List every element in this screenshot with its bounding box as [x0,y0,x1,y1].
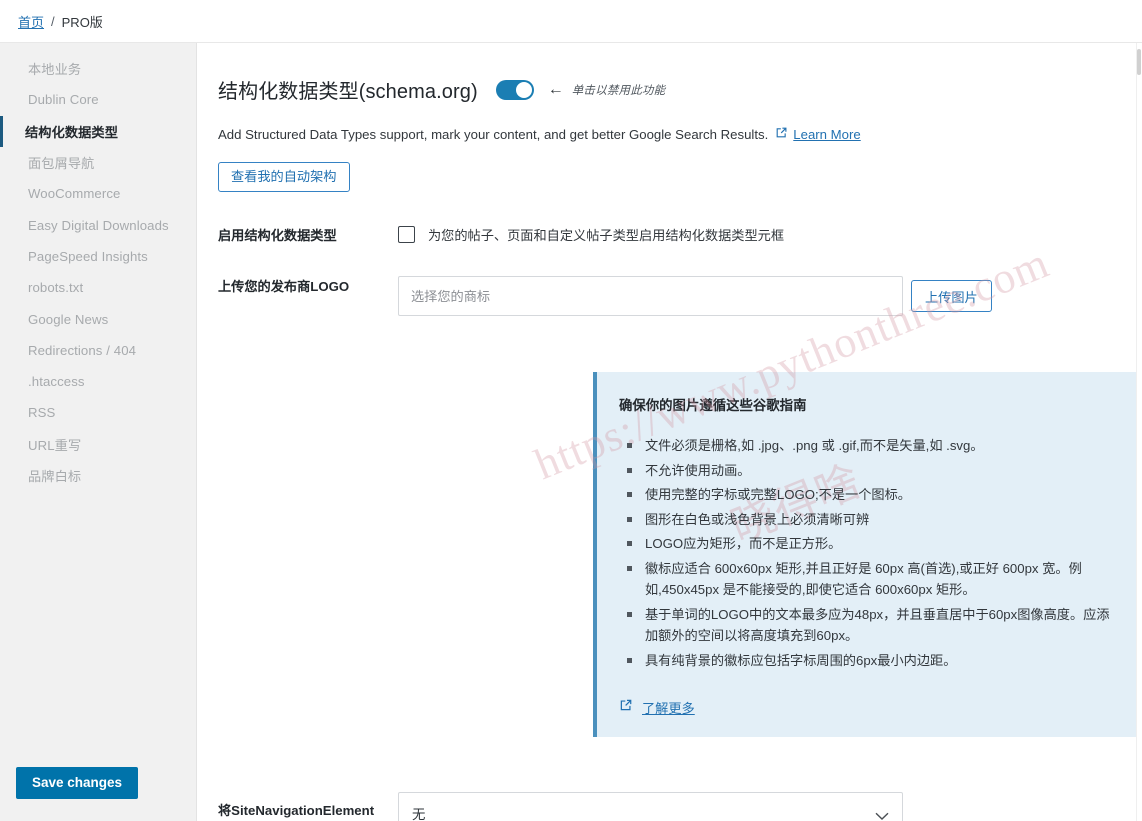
sidebar-item-1[interactable]: Dublin Core [0,84,196,115]
publisher-logo-field: 上传图片 [398,276,1142,316]
sidebar-item-label: PageSpeed Insights [28,248,148,264]
nav-menu-select-wrap: 无 [398,792,903,821]
view-schema-row: 查看我的自动架构 [197,142,1142,192]
guideline-item-1: 不允许使用动画。 [619,460,1122,482]
guidelines-list: 文件必须是栅格,如 .jpg、.png 或 .gif,而不是矢量,如 .svg。… [619,435,1122,671]
sidebar-item-label: RSS [28,405,56,421]
guideline-item-3: 图形在白色或浅色背景上必须清晰可辨 [619,509,1122,531]
sidebar-item-7[interactable]: robots.txt [0,272,196,303]
publisher-logo-input[interactable] [398,276,903,316]
settings-sidebar: 本地业务 Dublin Core 结构化数据类型 面包屑导航 WooCommerce Ea… [0,43,197,821]
guideline-item-0: 文件必须是栅格,如 .jpg、.png 或 .gif,而不是矢量,如 .svg。 [619,435,1122,457]
sidebar-item-5[interactable]: Easy Digital Downloads [0,209,196,240]
guidelines-title: 确保你的图片遵循这些谷歌指南 [619,398,807,413]
publisher-logo-row: 上传您的发布商LOGO 上传图片 [197,245,1142,316]
sidebar-item-label: Google News [28,311,109,327]
toggle-hint-label: 单击以禁用此功能 [571,84,666,97]
sidebar-item-3[interactable]: 面包屑导航 [0,147,196,178]
sidebar-item-12[interactable]: URL重写 [0,429,196,460]
external-link-icon [775,126,788,142]
enable-sdt-row: 启用结构化数据类型 为您的帖子、页面和自定义帖子类型启用结构化数据类型元框 [197,192,1142,245]
panel-description: Add Structured Data Types support, mark … [218,126,769,142]
enable-sdt-checkbox-label[interactable]: 为您的帖子、页面和自定义帖子类型启用结构化数据类型元框 [428,225,784,244]
panel-description-row: Add Structured Data Types support, mark … [197,104,1142,142]
sidebar-item-label: 结构化数据类型 [25,124,119,140]
sidebar-item-label: .htaccess [28,374,85,390]
guidelines-learn-more-link[interactable]: 了解更多 [642,698,695,717]
toggle-knob [515,81,532,98]
sidebar-item-label: 面包屑导航 [28,156,95,172]
enable-sdt-label: 启用结构化数据类型 [218,228,337,243]
sidebar-item-0[interactable]: 本地业务 [0,53,196,84]
guidelines-learn-more-row: 了解更多 [619,698,1122,717]
sidebar-nav-list: 本地业务 Dublin Core 结构化数据类型 面包屑导航 WooCommerce Ea… [0,53,196,767]
guideline-item-5: 徽标应适合 600x60px 矩形,并且正好是 60px 高(首选),或正好 6… [619,558,1122,601]
save-changes-button[interactable]: Save changes [16,767,139,799]
sidebar-item-10[interactable]: .htaccess [0,366,196,397]
enable-sdt-checkbox[interactable] [398,226,415,243]
sidebar-item-label: 品牌白标 [28,469,82,484]
sidebar-item-9[interactable]: Redirections / 404 [0,335,196,366]
breadcrumb-separator: / [51,13,55,29]
view-auto-schema-button[interactable]: 查看我的自动架构 [218,162,350,192]
guideline-item-7: 具有纯背景的徽标应包括字标周围的6px最小内边距。 [619,650,1122,672]
vertical-scrollbar-thumb[interactable] [1137,49,1141,75]
google-guidelines-notice: 确保你的图片遵循这些谷歌指南 文件必须是栅格,如 .jpg、.png 或 .gi… [593,372,1142,737]
sidebar-item-label: robots.txt [28,280,84,296]
feature-enable-toggle[interactable] [495,79,534,100]
page-title: 结构化数据类型(schema.org) [218,81,478,103]
guideline-item-4: LOGO应为矩形，而不是正方形。 [619,533,1122,555]
publisher-logo-label: 上传您的发布商LOGO [218,279,350,294]
breadcrumb: 首页 / PRO版 [0,0,1142,42]
external-link-icon [619,698,633,717]
guideline-item-2: 使用完整的字标或完整LOGO;不是一个图标。 [619,484,1122,506]
breadcrumb-home-link[interactable]: 首页 [18,12,44,31]
sidebar-item-label: 本地业务 [28,62,82,78]
sidebar-item-label: WooCommerce [28,186,121,202]
arrow-left-icon: ← [547,80,564,98]
guideline-item-6: 基于单词的LOGO中的文本最多应为48px，并且垂直居中于60px图像高度。应添… [619,604,1122,647]
sidebar-item-13[interactable]: 品牌白标 [0,460,196,491]
settings-content: https://www.pythonthree.com 晓得啥 结构化数据类型(… [197,43,1142,821]
sidebar-item-label: Easy Digital Downloads [28,217,169,233]
sidebar-item-6[interactable]: PageSpeed Insights [0,241,196,272]
sidebar-item-label: URL重写 [28,437,82,453]
nav-schema-label: 将SiteNavigationElement schemas添加到主菜单 [218,803,375,818]
upload-image-button[interactable]: 上传图片 [911,280,992,312]
nav-schema-field: 无 选择您的主导航。这有助于搜索引擎更好地了解您的站点结构。 [398,792,1142,821]
panel-header: 结构化数据类型(schema.org) ← 单击以禁用此功能 [197,43,1142,104]
page-body: 本地业务 Dublin Core 结构化数据类型 面包屑导航 WooCommerce Ea… [0,42,1142,821]
breadcrumb-current: PRO版 [61,14,103,30]
vertical-scrollbar[interactable] [1136,43,1142,821]
nav-schema-row: 将SiteNavigationElement schemas添加到主菜单 无 选… [197,737,1142,821]
learn-more-link[interactable]: Learn More [793,127,860,142]
sidebar-item-label: Redirections / 404 [28,342,137,358]
sidebar-item-4[interactable]: WooCommerce [0,178,196,209]
save-area: Save changes [0,767,196,821]
settings-content-inner: https://www.pythonthree.com 晓得啥 结构化数据类型(… [197,43,1142,821]
sidebar-item-2[interactable]: 结构化数据类型 [0,115,196,147]
enable-sdt-field: 为您的帖子、页面和自定义帖子类型启用结构化数据类型元框 [398,225,1142,244]
sidebar-item-label: Dublin Core [28,92,99,108]
nav-menu-select[interactable]: 无 [398,792,903,821]
sidebar-item-8[interactable]: Google News [0,303,196,334]
sidebar-item-11[interactable]: RSS [0,397,196,428]
